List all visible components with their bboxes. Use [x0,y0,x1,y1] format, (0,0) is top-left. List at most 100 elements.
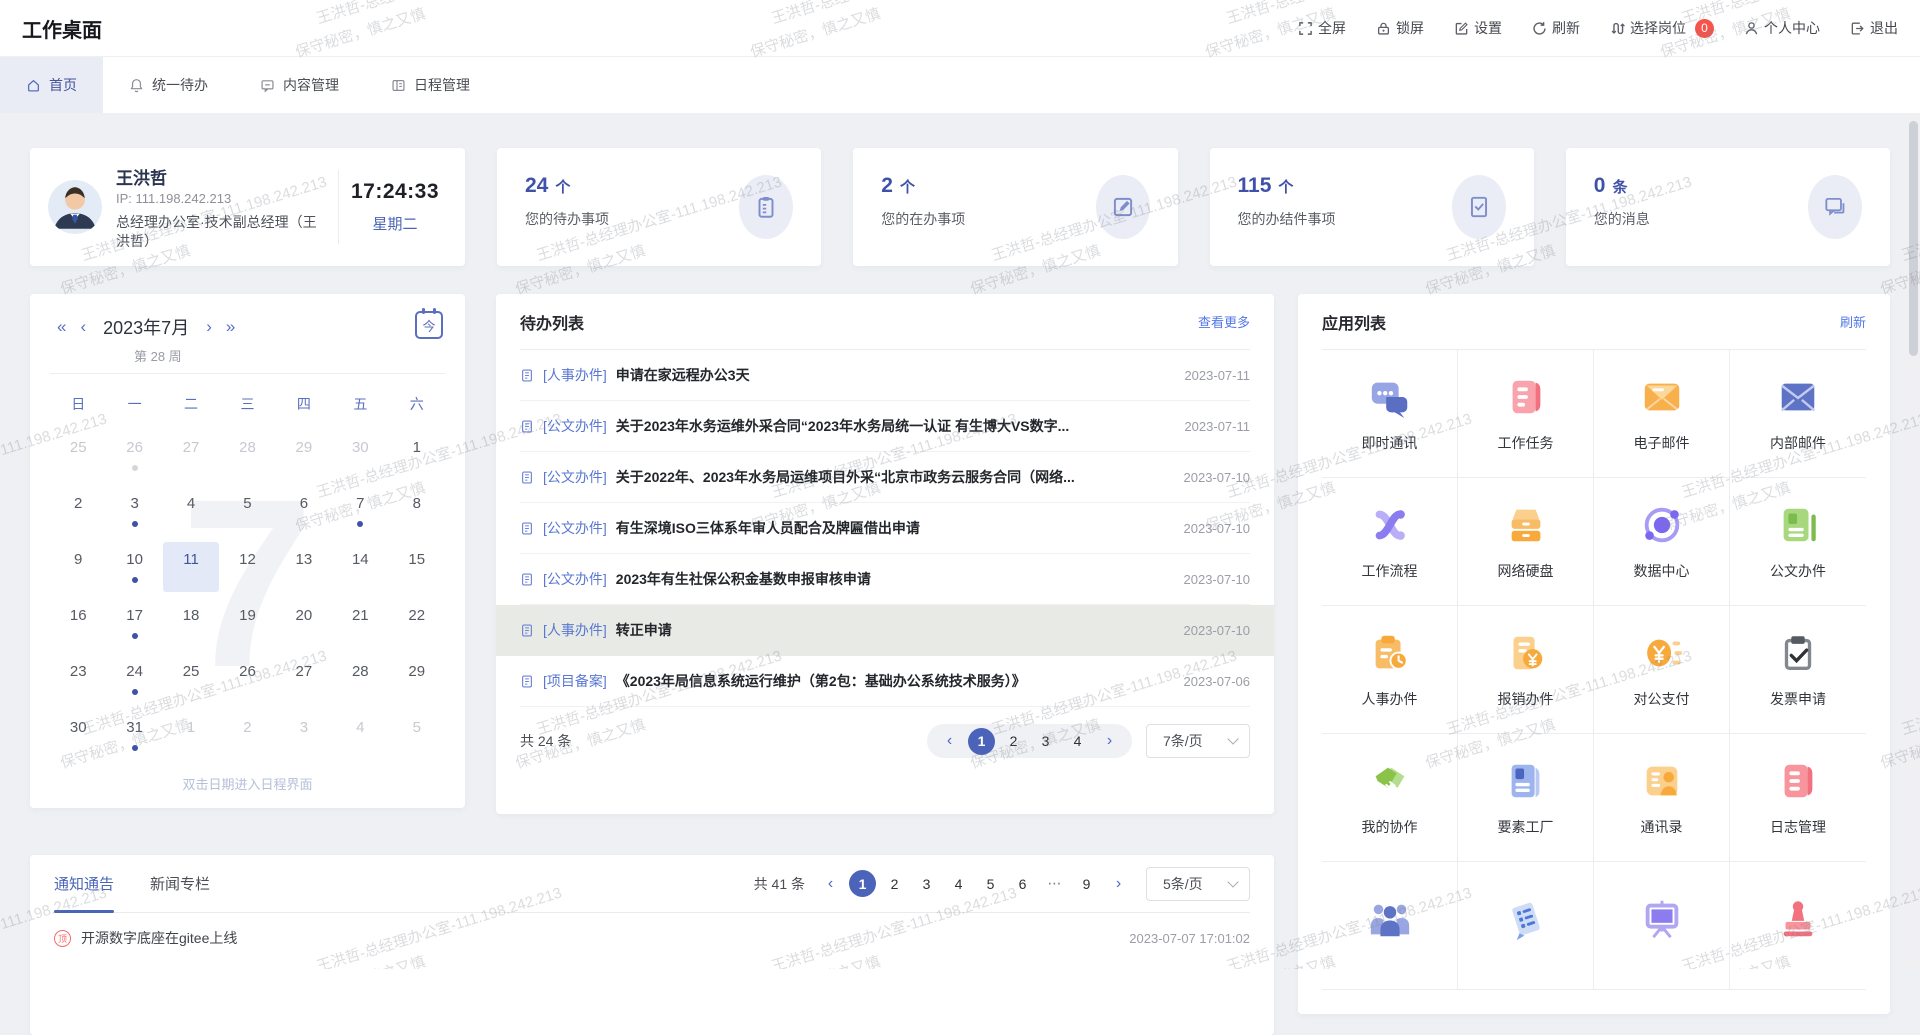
app-flow[interactable]: 工作流程 [1322,478,1458,606]
calendar-prev-year-button[interactable]: « [50,317,73,337]
news-tab-1[interactable]: 新闻专栏 [150,855,210,912]
todo-item[interactable]: [项目备案]《2023年局信息系统运行维护（第2包：基础办公系统技术服务）》20… [520,656,1250,707]
app-mailint[interactable]: 内部邮件 [1730,350,1866,478]
stat-card-2[interactable]: 115个您的办结件事项 [1210,148,1534,266]
page-button[interactable]: 6 [1009,870,1036,897]
calendar-day[interactable]: 22 [389,598,445,654]
calendar-day[interactable]: 3 [276,710,332,766]
tab-todo[interactable]: 统一待办 [103,57,234,113]
calendar-day[interactable]: 26 [106,430,162,486]
calendar-day[interactable]: 27 [163,430,219,486]
calendar-day[interactable]: 31 [106,710,162,766]
calendar-day[interactable]: 14 [332,542,388,598]
app-factory[interactable]: 要素工厂 [1458,734,1594,862]
calendar-day[interactable]: 24 [106,654,162,710]
next-page-button[interactable]: › [1096,728,1123,755]
scrollbar-thumb[interactable] [1909,121,1918,356]
calendar-day[interactable]: 25 [50,430,106,486]
calendar-day[interactable]: 12 [219,542,275,598]
app-contacts[interactable]: 通讯录 [1594,734,1730,862]
calendar-day[interactable]: 7 [332,486,388,542]
app-datac[interactable]: 数据中心 [1594,478,1730,606]
app-journal[interactable]: 日志管理 [1730,734,1866,862]
stat-card-3[interactable]: 0条您的消息 [1566,148,1890,266]
todo-view-more-link[interactable]: 查看更多 [1198,312,1250,331]
app-invoice[interactable]: 发票申请 [1730,606,1866,734]
page-button-active[interactable]: 1 [849,870,876,897]
page-button[interactable]: 9 [1073,870,1100,897]
header-action-logout[interactable]: 退出 [1850,18,1898,38]
calendar-day[interactable]: 19 [219,598,275,654]
page-button[interactable]: 4 [1064,728,1091,755]
calendar-day[interactable]: 26 [219,654,275,710]
page-button[interactable]: 5 [977,870,1004,897]
avatar[interactable] [48,180,102,234]
page-size-select[interactable]: 7条/页 [1146,724,1250,758]
calendar-day[interactable]: 13 [276,542,332,598]
todo-item[interactable]: [人事办件]转正申请2023-07-10 [496,605,1274,656]
page-button[interactable]: 3 [913,870,940,897]
header-action-post[interactable]: 选择岗位0 [1610,18,1714,38]
next-page-button[interactable]: › [1105,870,1132,897]
calendar-day[interactable]: 18 [163,598,219,654]
tab-home[interactable]: 首页 [0,57,103,113]
page-button-active[interactable]: 1 [968,728,995,755]
calendar-today-icon[interactable]: 今 [415,311,443,339]
calendar-prev-month-button[interactable]: ‹ [73,317,93,337]
page-button[interactable]: 2 [881,870,908,897]
tab-schedule[interactable]: 日程管理 [365,57,496,113]
calendar-next-year-button[interactable]: » [219,317,242,337]
app-task[interactable]: 工作任务 [1458,350,1594,478]
calendar-day[interactable]: 23 [50,654,106,710]
header-action-user[interactable]: 个人中心 [1744,18,1820,38]
app-sheet[interactable] [1458,862,1594,990]
calendar-day-selected[interactable]: 11 [163,542,219,592]
calendar-day[interactable]: 1 [163,710,219,766]
calendar-day[interactable]: 4 [163,486,219,542]
calendar-day[interactable]: 28 [332,654,388,710]
calendar-day[interactable]: 28 [219,430,275,486]
app-im[interactable]: 即时通讯 [1322,350,1458,478]
calendar-day[interactable]: 9 [50,542,106,598]
app-docgreen[interactable]: 公文办件 [1730,478,1866,606]
todo-item[interactable]: [公文办件]关于2023年水务运维外采合同“2023年水务局统一认证 有生博大V… [520,401,1250,452]
tab-content[interactable]: 内容管理 [234,57,365,113]
calendar-day[interactable]: 15 [389,542,445,598]
app-users[interactable] [1322,862,1458,990]
page-button[interactable]: 2 [1000,728,1027,755]
page-button[interactable]: 4 [945,870,972,897]
news-item[interactable]: 顶开源数字底座在gitee上线2023-07-07 17:01:02 [54,913,1250,963]
app-board[interactable] [1594,862,1730,990]
app-drive[interactable]: 网络硬盘 [1458,478,1594,606]
calendar-day[interactable]: 21 [332,598,388,654]
calendar-day[interactable]: 10 [106,542,162,598]
app-pay[interactable]: 对公支付 [1594,606,1730,734]
calendar-day[interactable]: 2 [219,710,275,766]
calendar-day[interactable]: 3 [106,486,162,542]
todo-item[interactable]: [人事办件]申请在家远程办公3天2023-07-11 [520,350,1250,401]
header-action-lock[interactable]: 锁屏 [1376,18,1424,38]
calendar-day[interactable]: 30 [332,430,388,486]
stat-card-0[interactable]: 24个您的待办事项 [497,148,821,266]
todo-item[interactable]: [公文办件]关于2022年、2023年水务局运维项目外采“北京市政务云服务合同（… [520,452,1250,503]
calendar-day[interactable]: 4 [332,710,388,766]
app-collab[interactable]: 我的协作 [1322,734,1458,862]
apps-refresh-link[interactable]: 刷新 [1840,312,1866,331]
app-expense[interactable]: 报销办件 [1458,606,1594,734]
todo-item[interactable]: [公文办件]2023年有生社保公积金基数申报审核申请2023-07-10 [520,554,1250,605]
calendar-day[interactable]: 27 [276,654,332,710]
calendar-day[interactable]: 25 [163,654,219,710]
app-hr[interactable]: 人事办件 [1322,606,1458,734]
prev-page-button[interactable]: ‹ [936,728,963,755]
header-action-settings[interactable]: 设置 [1454,18,1502,38]
calendar-day[interactable]: 2 [50,486,106,542]
calendar-day[interactable]: 20 [276,598,332,654]
calendar-title[interactable]: 2023年7月 [103,314,189,340]
calendar-day[interactable]: 1 [389,430,445,486]
calendar-day[interactable]: 6 [276,486,332,542]
prev-page-button[interactable]: ‹ [817,870,844,897]
todo-item[interactable]: [公文办件]有生深境ISO三体系年审人员配合及牌匾借出申请2023-07-10 [520,503,1250,554]
header-action-fullscreen[interactable]: 全屏 [1298,18,1346,38]
scrollbar-track[interactable] [1906,113,1920,969]
calendar-next-month-button[interactable]: › [199,317,219,337]
